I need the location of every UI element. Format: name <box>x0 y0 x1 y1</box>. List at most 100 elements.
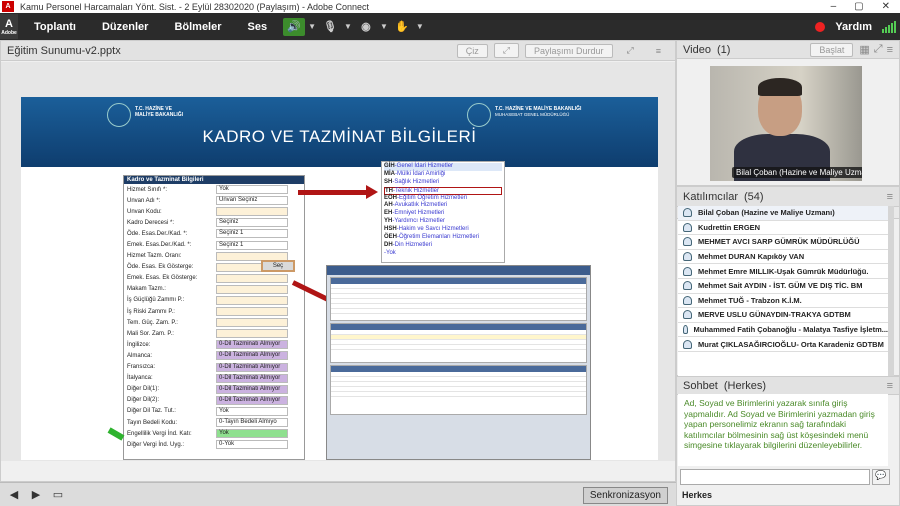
slide-banner: T.C. HAZİNE VE MALİYE BAKANLIĞI T.C. HAZİ… <box>21 97 658 167</box>
form-row-label: Hizmet Sınıfı *: <box>127 186 168 193</box>
participant-row[interactable]: Mehmet Emre MILLIK-Uşak Gümrük Müdürlüğü… <box>678 264 888 279</box>
hizmet-code: EÖH <box>384 194 398 201</box>
speaker-dropdown-icon[interactable]: ▼ <box>308 22 316 31</box>
hizmet-code: HSH <box>384 226 397 233</box>
pod-menu-icon[interactable]: ≡ <box>887 191 893 203</box>
participant-row[interactable]: Mehmet TUĞ - Trabzon K.İ.M. <box>678 294 888 309</box>
chat-message: Ad, Soyad ve Birimlerini yazarak sınıfa … <box>678 394 888 466</box>
send-message-icon[interactable]: 💬 <box>872 469 890 485</box>
microphone-dropdown-icon[interactable]: ▼ <box>344 22 352 31</box>
form-row: Mali Sor. Zam. P.: <box>124 328 304 339</box>
menu-meeting[interactable]: Toplantı <box>34 21 76 33</box>
recording-indicator-icon[interactable] <box>815 21 826 32</box>
hizmet-list-item: GİH-Genel İdari Hizmetler <box>384 163 502 171</box>
status-dropdown-icon[interactable]: ▼ <box>416 22 424 31</box>
form-row-label: Mali Sor. Zam. P.: <box>127 330 174 337</box>
participant-row[interactable]: MEHMET AVCI SARP GÜMRÜK MÜDÜRLÜĞÜ <box>678 235 888 250</box>
participant-icon <box>683 266 692 276</box>
form-row-value: 0-Dil Tazminatı Almıyor <box>216 395 288 405</box>
form-row-label: Emek. Esas.Der./Kad. *: <box>127 242 192 249</box>
webcam-dropdown-icon[interactable]: ▼ <box>380 22 388 31</box>
maximize-button[interactable]: ▢ <box>854 1 863 12</box>
share-pod-title: Eğitim Sunumu-v2.pptx <box>7 44 121 57</box>
dialog-header <box>327 266 590 275</box>
hizmet-list-item: TH-Teknik Hizmetler <box>384 186 502 195</box>
pod-menu-icon[interactable]: ≡ <box>887 44 893 56</box>
hizmet-list-item: -Yok <box>384 250 502 258</box>
speaker-icon[interactable]: 🔊 <box>283 17 306 36</box>
hizmet-list-item: DH-Din Hizmetleri <box>384 242 502 250</box>
form-row-value: 0-Tayın Bedeli Almıyo <box>216 418 288 428</box>
minimize-button[interactable]: – <box>831 1 837 12</box>
form-row-value: Seçiniz <box>216 218 288 228</box>
form-row-label: Tem. Güç. Zam. P.: <box>127 319 178 326</box>
ministry-emblem-left <box>107 103 131 127</box>
form-row-label: Makam Tazm.: <box>127 286 166 293</box>
form-title: Kadro ve Tazminat Bilgileri <box>124 176 304 184</box>
thumbnails-icon[interactable]: ▭ <box>50 488 66 502</box>
participant-icon <box>683 310 692 320</box>
form-row-label: Almanca: <box>127 352 153 359</box>
form-row-value: 0-Dil Tazminatı Almıyor <box>216 373 288 383</box>
form-row-label: Diğer Dil Taz. Tut.: <box>127 408 176 415</box>
participant-row[interactable]: Kudrettin ERGEN <box>678 221 888 236</box>
form-row-value: Seçiniz 1 <box>216 240 288 250</box>
form-row-value: 0-Yok <box>216 440 288 450</box>
stop-sharing-button[interactable]: Paylaşımı Durdur <box>525 43 613 58</box>
previous-arrow-icon[interactable]: ◀ <box>6 488 22 502</box>
form-row: Diğer Vergi İnd. Uyg.: 0-Yok <box>124 439 304 450</box>
participant-icon <box>683 295 692 305</box>
form-row-label: İş Güçlüğü Zammı P.: <box>127 297 185 304</box>
participant-row[interactable]: Bilal Çoban (Hazine ve Maliye Uzmanı) <box>678 206 888 221</box>
microphone-icon[interactable]: 🎙 <box>319 18 341 36</box>
hizmet-text: -Avukatlık Hizmetleri <box>392 202 448 209</box>
participant-icon <box>683 208 692 218</box>
close-button[interactable]: ✕ <box>882 1 890 12</box>
participant-name: MERVE USLU GÜNAYDIN-TRAKYA GDTBM <box>698 310 851 320</box>
form-row-label: Emek. Esas. Ek Gösterge: <box>127 275 198 282</box>
participant-icon <box>683 281 692 291</box>
sync-button[interactable]: Senkronizasyon <box>582 487 668 504</box>
chat-input[interactable] <box>680 469 870 485</box>
raise-hand-icon[interactable]: ✋ <box>391 18 413 36</box>
form-row-label: Diğer Vergi İnd. Uyg.: <box>127 441 185 448</box>
webcam-icon[interactable]: ◉ <box>355 18 377 36</box>
fullscreen-icon[interactable]: ⤢ <box>874 43 883 56</box>
start-webcam-button[interactable]: Başlat <box>810 42 854 57</box>
next-arrow-icon[interactable]: ▶ <box>28 488 44 502</box>
hizmet-code: AH <box>384 202 393 209</box>
participant-name: Murat ÇIKLASAĞIRCIOĞLU- Orta Karadeniz G… <box>698 339 884 349</box>
participant-name: Kudrettin ERGEN <box>698 222 761 232</box>
pointer-button[interactable]: ⤢ <box>493 43 519 58</box>
participant-row[interactable]: Muhammed Fatih Çobanoğlu - Malatya Tasfi… <box>678 323 888 338</box>
fullscreen-icon[interactable]: ⤢ <box>619 44 642 57</box>
pod-menu-icon[interactable]: ≡ <box>887 380 893 392</box>
participant-icon <box>683 252 692 262</box>
form-row: Emek. Esas.Der./Kad. *: Seçiniz 1 <box>124 239 304 250</box>
participant-row[interactable]: Murat ÇIKLASAĞIRCIOĞLU- Orta Karadeniz G… <box>678 337 888 352</box>
form-row-label: İtalyanca: <box>127 375 153 382</box>
participant-row[interactable]: MERVE USLU GÜNAYDIN-TRAKYA GDTBM <box>678 308 888 323</box>
form-row-label: Diğer Dil(2): <box>127 397 160 404</box>
menu-audio[interactable]: Ses <box>248 21 268 33</box>
hizmet-text: -Eğitim Öğretim Hizmetleri <box>397 194 468 201</box>
participant-scrollbar[interactable] <box>888 206 894 376</box>
draw-button[interactable]: Çiz <box>456 43 488 58</box>
form-row: Emek. Esas. Ek Gösterge: <box>124 273 304 284</box>
pod-menu-icon[interactable]: ≡ <box>648 45 669 57</box>
form-row-label: Öde. Esas. Ek Gösterge: <box>127 264 194 271</box>
slide: T.C. HAZİNE VE MALİYE BAKANLIĞI T.C. HAZİ… <box>21 97 658 460</box>
form-row-value: Yok <box>216 429 288 439</box>
layout-grid-icon[interactable]: ▦ <box>859 43 869 56</box>
hizmet-list-item: EÖH-Eğitim Öğretim Hizmetleri <box>384 195 502 203</box>
chat-recipient[interactable]: Herkes <box>682 490 712 500</box>
form-row: Tayın Bedeli Kodu: 0-Tayın Bedeli Almıyo <box>124 417 304 428</box>
share-content-area: T.C. HAZİNE VE MALİYE BAKANLIĞI T.C. HAZİ… <box>1 62 675 461</box>
form-row-value <box>216 273 288 283</box>
menu-pods[interactable]: Bölmeler <box>174 21 221 33</box>
participant-row[interactable]: Mehmet Sait AYDIN - İST. GÜM VE DIŞ TİC.… <box>678 279 888 294</box>
menu-help[interactable]: Yardım <box>835 21 872 33</box>
chat-scope: (Herkes) <box>723 379 767 392</box>
participant-row[interactable]: Mehmet DURAN Kapıköy VAN <box>678 250 888 265</box>
menu-layouts[interactable]: Düzenler <box>102 21 148 33</box>
